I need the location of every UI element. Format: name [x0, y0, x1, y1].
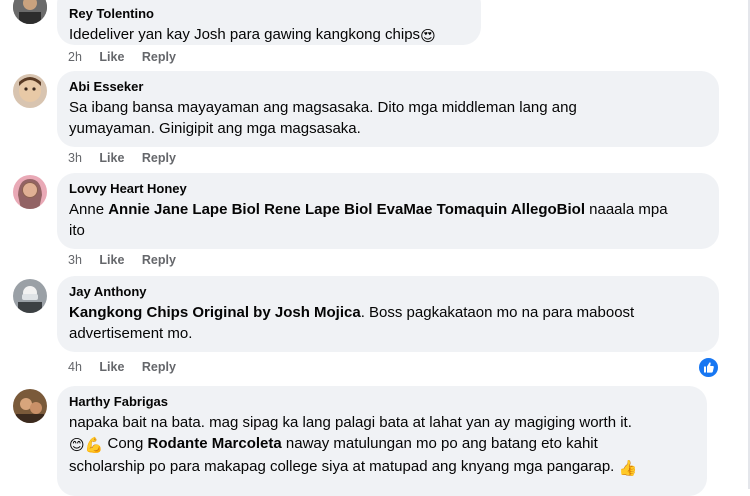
comment-line: yumayaman. Ginigipit ang mga magsasaka. — [69, 120, 361, 137]
comment-line: 😊💪 Cong Rodante Marcoleta naway matulung… — [69, 433, 695, 456]
author-name[interactable]: Harthy Fabrigas — [69, 394, 695, 410]
comment-line: napaka bait na bata. mag sipag ka lang p… — [69, 414, 632, 431]
like-button[interactable]: Like — [99, 50, 124, 64]
comment-bubble: Rey Tolentino Idedeliver yan kay Josh pa… — [57, 0, 481, 45]
avatar-photo-icon — [13, 0, 47, 24]
reply-button[interactable]: Reply — [142, 253, 176, 267]
comment-actions: 4h Like Reply — [68, 359, 176, 375]
avatar[interactable] — [13, 279, 47, 313]
author-name[interactable]: Rey Tolentino — [69, 6, 469, 22]
comment-body: Anne — [69, 201, 105, 218]
comment-line: advertisement mo. — [69, 325, 193, 342]
comment-actions: 2h Like Reply — [68, 49, 176, 65]
comment-line: scholarship po para makapag college siya… — [69, 456, 695, 479]
avatar-photo-icon — [13, 175, 47, 209]
author-name[interactable]: Lovvy Heart Honey — [69, 181, 707, 197]
comment-actions: 3h Like Reply — [68, 252, 176, 268]
comment-actions: 3h Like Reply — [68, 150, 176, 166]
avatar[interactable] — [13, 389, 47, 423]
comment-bubble: Jay Anthony Kangkong Chips Original by J… — [57, 276, 719, 352]
like-button[interactable]: Like — [99, 151, 124, 165]
avatar[interactable] — [13, 0, 47, 24]
comment-body: scholarship po para makapag college siya… — [69, 458, 615, 475]
comment-text: Idedeliver yan kay Josh para gawing kang… — [69, 24, 469, 47]
smiling-face-emoji-icon: 😊 — [69, 437, 85, 454]
comment-bubble: Abi Esseker Sa ibang bansa mayayaman ang… — [57, 71, 719, 147]
comment-line: Kangkong Chips Original by Josh Mojica. … — [69, 302, 707, 323]
comment-body: naway matulungan mo po ang batang eto ka… — [285, 435, 598, 452]
comment-bubble: Lovvy Heart Honey Anne Annie Jane Lape B… — [57, 173, 719, 249]
mention-link[interactable]: EvaMae Tomaquin AllegoBiol — [377, 201, 585, 218]
mention-link[interactable]: Annie Jane Lape Biol — [108, 201, 260, 218]
author-name[interactable]: Jay Anthony — [69, 284, 707, 300]
reply-button[interactable]: Reply — [142, 360, 176, 374]
comment-line: ito — [69, 222, 85, 239]
comment-time[interactable]: 4h — [68, 360, 82, 374]
mention-link[interactable]: Rodante Marcoleta — [148, 435, 282, 452]
comment-line: Sa ibang bansa mayayaman ang magsasaka. … — [69, 99, 577, 116]
reply-button[interactable]: Reply — [142, 151, 176, 165]
comment-time[interactable]: 2h — [68, 50, 82, 64]
flexed-biceps-emoji-icon: 💪 — [84, 437, 104, 454]
avatar[interactable] — [13, 175, 47, 209]
reaction-badge[interactable] — [697, 356, 720, 379]
thumbs-up-emoji-icon: 👍 — [618, 460, 638, 477]
comment-body: Cong — [107, 435, 144, 452]
comment-line: Anne Annie Jane Lape Biol Rene Lape Biol… — [69, 199, 707, 220]
like-button[interactable]: Like — [99, 253, 124, 267]
avatar-photo-icon — [13, 389, 47, 423]
comment-body: . Boss pagkakataon mo na para maboost — [360, 304, 635, 321]
comment-time[interactable]: 3h — [68, 151, 82, 165]
thumbs-up-icon — [704, 362, 714, 373]
mention-link[interactable]: Kangkong Chips Original by Josh Mojica — [69, 304, 361, 321]
avatar-photo-icon — [13, 279, 47, 313]
comment-text: napaka bait na bata. mag sipag ka lang p… — [69, 412, 695, 479]
avatar[interactable] — [13, 74, 47, 108]
author-name[interactable]: Abi Esseker — [69, 79, 707, 95]
comment-text: Anne Annie Jane Lape Biol Rene Lape Biol… — [69, 199, 707, 241]
heart-eyes-emoji-icon: 😍 — [420, 28, 436, 45]
comment-bubble: Harthy Fabrigas napaka bait na bata. mag… — [57, 386, 707, 496]
comment-body: Idedeliver yan kay Josh para gawing kang… — [69, 26, 421, 43]
avatar-photo-icon — [13, 74, 47, 108]
mention-link[interactable]: Rene Lape Biol — [264, 201, 372, 218]
comment-body: naaala mpa — [589, 201, 668, 218]
comment-time[interactable]: 3h — [68, 253, 82, 267]
reply-button[interactable]: Reply — [142, 50, 176, 64]
comment-text: Kangkong Chips Original by Josh Mojica. … — [69, 302, 707, 344]
comment-text: Sa ibang bansa mayayaman ang magsasaka. … — [69, 97, 707, 139]
like-button[interactable]: Like — [99, 360, 124, 374]
